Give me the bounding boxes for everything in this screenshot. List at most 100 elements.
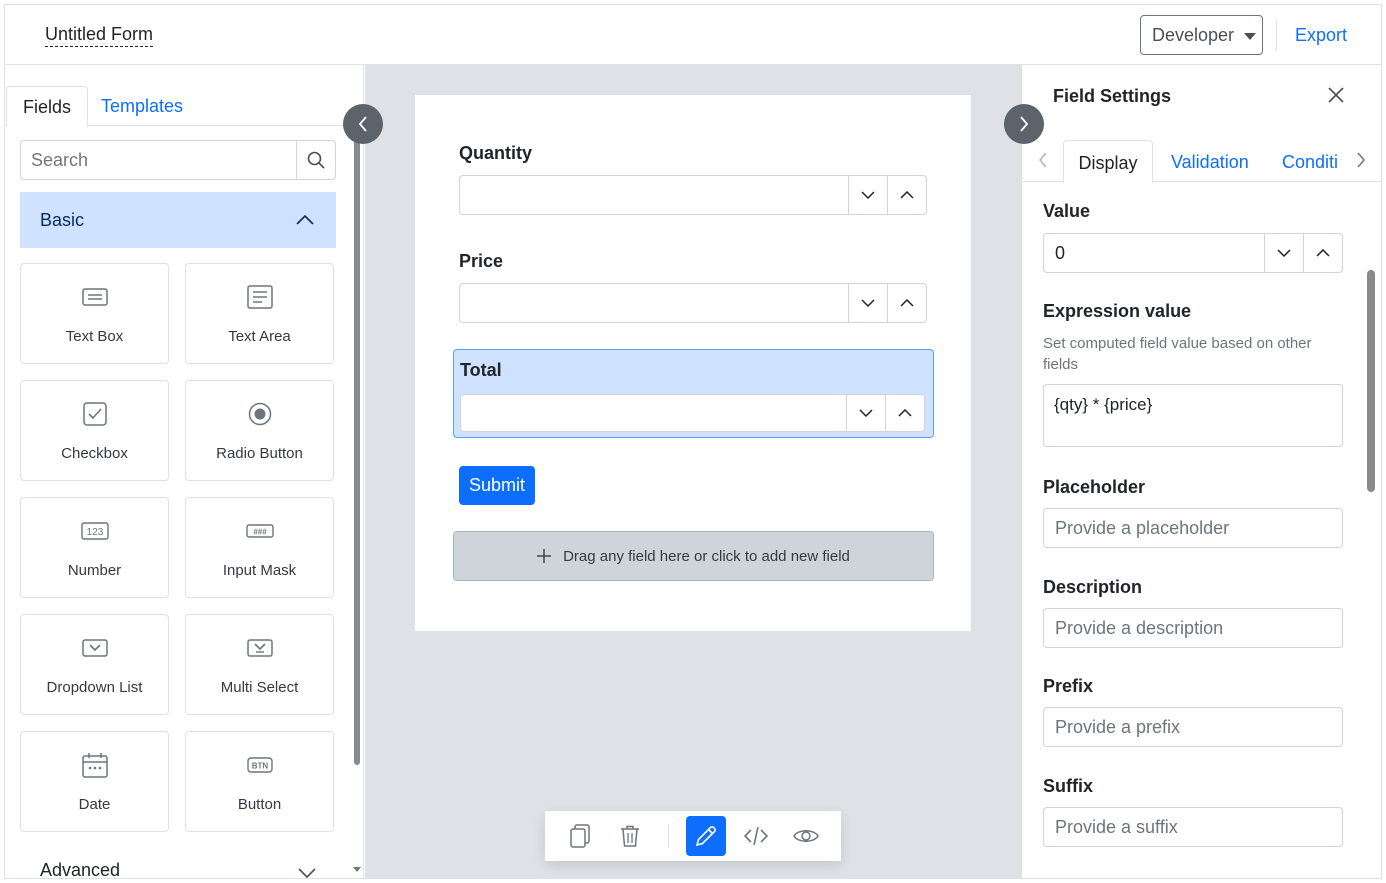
code-button[interactable] xyxy=(736,816,776,856)
tab-fields[interactable]: Fields xyxy=(6,86,89,127)
preview-button[interactable] xyxy=(786,816,826,856)
total-field[interactable] xyxy=(460,394,925,432)
price-input[interactable] xyxy=(460,284,848,322)
tile-date[interactable]: Date xyxy=(20,731,169,832)
input-mask-icon: ### xyxy=(245,524,274,538)
search-button[interactable] xyxy=(297,141,335,179)
suffix-input[interactable]: Provide a suffix xyxy=(1043,807,1343,847)
prefix-label: Prefix xyxy=(1043,676,1094,696)
search-icon xyxy=(307,151,325,169)
submit-button[interactable]: Submit xyxy=(459,466,535,505)
scroll-down-arrow[interactable] xyxy=(353,867,361,872)
canvas-toolbar xyxy=(545,811,841,861)
search-box xyxy=(20,140,336,180)
increment-button[interactable] xyxy=(885,395,924,431)
tile-text-box[interactable]: Text Box xyxy=(20,263,169,364)
tile-radio-button[interactable]: Radio Button xyxy=(185,380,334,481)
collapse-right-panel-button[interactable] xyxy=(1004,104,1044,144)
section-advanced-label: Advanced xyxy=(40,860,121,879)
placeholder-input[interactable]: Provide a placeholder xyxy=(1043,508,1343,548)
tile-checkbox[interactable]: Checkbox xyxy=(20,380,169,481)
chevron-down-icon xyxy=(861,299,875,307)
panel-title: Field Settings xyxy=(1053,86,1172,106)
tile-label: Button xyxy=(237,796,282,813)
decrement-button[interactable] xyxy=(848,176,887,214)
collapse-left-panel-button[interactable] xyxy=(343,104,383,144)
chevron-left-icon[interactable] xyxy=(1038,152,1048,168)
export-link[interactable]: Export xyxy=(1295,25,1347,46)
form-canvas: Quantity Price Total Submit Drag any fie… xyxy=(365,65,1021,878)
close-panel-button[interactable] xyxy=(1328,87,1344,108)
tile-input-mask[interactable]: ### Input Mask xyxy=(185,497,334,598)
tab-display[interactable]: Display xyxy=(1063,140,1153,183)
palette-scrollbar[interactable] xyxy=(354,135,360,765)
tile-text-area[interactable]: Text Area xyxy=(185,263,334,364)
suffix-label: Suffix xyxy=(1043,776,1094,796)
edit-button[interactable] xyxy=(686,816,726,856)
expression-textarea[interactable]: {qty} * {price} xyxy=(1043,384,1343,447)
settings-tabs: Display Validation Conditi xyxy=(1022,140,1381,183)
tile-button[interactable]: BTN Button xyxy=(185,731,334,832)
search-input[interactable] xyxy=(21,141,297,179)
palette-tabs: Fields Templates xyxy=(5,86,363,127)
increment-button[interactable] xyxy=(887,284,926,322)
developer-mode-dropdown[interactable]: Developer xyxy=(1140,15,1263,55)
quantity-input[interactable] xyxy=(460,176,848,214)
close-icon xyxy=(1328,87,1344,103)
total-input[interactable] xyxy=(461,395,846,431)
chevron-up-icon xyxy=(898,409,912,417)
form-title[interactable]: Untitled Form xyxy=(45,23,154,47)
copy-icon xyxy=(570,824,590,848)
code-icon xyxy=(744,826,768,846)
button-icon: BTN xyxy=(246,757,273,773)
tab-validation[interactable]: Validation xyxy=(1171,140,1249,182)
increment-button[interactable] xyxy=(1303,234,1342,272)
decrement-button[interactable] xyxy=(846,395,885,431)
decrement-button[interactable] xyxy=(1264,234,1303,272)
tile-label: Number xyxy=(67,562,122,579)
developer-mode-label: Developer xyxy=(1152,24,1235,45)
field-label-price: Price xyxy=(459,251,504,271)
chevron-right-icon[interactable] xyxy=(1356,152,1366,168)
tile-label: Date xyxy=(78,796,111,813)
tile-label: Input Mask xyxy=(222,562,297,579)
quantity-field[interactable] xyxy=(459,175,927,215)
svg-text:BTN: BTN xyxy=(251,762,268,771)
chevron-up-icon xyxy=(900,299,914,307)
add-field-dropzone[interactable]: Drag any field here or click to add new … xyxy=(453,531,934,581)
tile-label: Text Box xyxy=(65,328,124,345)
tile-multi-select[interactable]: Multi Select xyxy=(185,614,334,715)
copy-button[interactable] xyxy=(560,816,600,856)
pencil-icon xyxy=(695,826,716,847)
description-input[interactable]: Provide a description xyxy=(1043,608,1343,648)
placeholder-label: Placeholder xyxy=(1043,477,1146,497)
delete-button[interactable] xyxy=(610,816,650,856)
tile-number[interactable]: 123 Number xyxy=(20,497,169,598)
decrement-button[interactable] xyxy=(848,284,887,322)
tab-templates[interactable]: Templates xyxy=(85,86,199,126)
calendar-icon xyxy=(81,753,108,778)
number-icon: 123 xyxy=(80,522,109,540)
textarea-icon xyxy=(246,285,273,309)
prefix-input[interactable]: Provide a prefix xyxy=(1043,707,1343,747)
tile-label: Multi Select xyxy=(220,679,299,696)
value-input[interactable]: 0 xyxy=(1044,234,1264,272)
settings-scrollbar[interactable] xyxy=(1367,270,1375,492)
description-label: Description xyxy=(1043,577,1143,597)
chevron-up-icon xyxy=(1316,249,1330,257)
form-builder-app: Untitled Form Developer Export Fields Te… xyxy=(4,4,1382,879)
header-divider xyxy=(1276,19,1277,51)
chevron-up-icon xyxy=(900,191,914,199)
tab-conditions[interactable]: Conditi xyxy=(1282,140,1348,182)
tile-label: Radio Button xyxy=(216,445,303,462)
field-palette: Fields Templates Basic Text Box Text Are… xyxy=(5,65,364,879)
value-field[interactable]: 0 xyxy=(1043,233,1343,273)
chevron-down-icon xyxy=(1277,249,1291,257)
section-basic-header[interactable]: Basic xyxy=(20,192,336,248)
price-field[interactable] xyxy=(459,283,927,323)
section-advanced-header[interactable]: Advanced xyxy=(20,860,336,879)
selected-field-total[interactable]: Total xyxy=(453,349,934,438)
tile-dropdown-list[interactable]: Dropdown List xyxy=(20,614,169,715)
increment-button[interactable] xyxy=(887,176,926,214)
chevron-down-icon xyxy=(861,191,875,199)
